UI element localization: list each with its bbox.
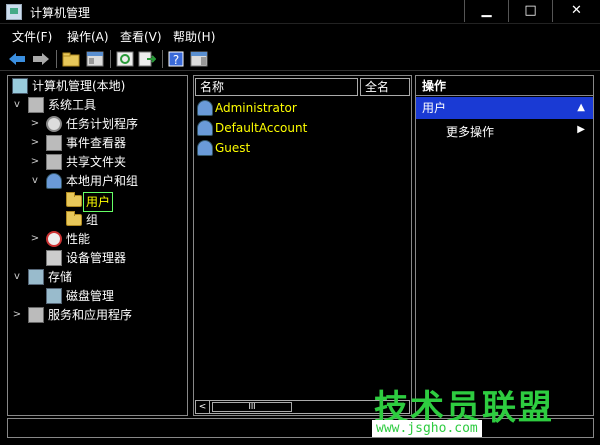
actions-section-label: 用户: [422, 101, 447, 115]
menu-help[interactable]: 帮助(H): [173, 28, 215, 45]
user-list-pane: 名称 全名 Administrator DefaultAccount Guest…: [193, 75, 412, 416]
tree-node-label: 计算机管理(本地): [32, 79, 126, 93]
toolbar-separator: [56, 50, 57, 68]
chevron-down-icon[interactable]: v: [30, 172, 40, 190]
menu-view[interactable]: 查看(V): [120, 28, 162, 45]
device-manager-icon: [46, 250, 62, 266]
window-title: 计算机管理: [30, 6, 91, 20]
close-button[interactable]: ✕: [552, 0, 600, 22]
column-header-fullname[interactable]: 全名: [360, 78, 410, 96]
menu-file[interactable]: 文件(F): [12, 28, 52, 45]
toolbar: ?: [0, 47, 600, 71]
services-icon: [28, 307, 44, 323]
scroll-thumb[interactable]: III: [212, 402, 292, 412]
tree-node-label: 存储: [48, 270, 73, 284]
storage-icon: [28, 269, 44, 285]
tree-node-label: 设备管理器: [66, 251, 127, 265]
event-viewer-icon: [46, 135, 62, 151]
menu-action[interactable]: 操作(A): [67, 28, 109, 45]
submenu-arrow-icon: ▶: [577, 124, 585, 135]
user-name: Administrator: [215, 101, 297, 115]
export-list-icon[interactable]: [138, 51, 156, 67]
actions-section-users[interactable]: 用户 ▲: [416, 97, 593, 119]
toolbar-separator: [110, 50, 111, 68]
chevron-right-icon[interactable]: >: [12, 306, 22, 324]
disk-icon: [46, 288, 62, 304]
chevron-right-icon[interactable]: >: [30, 115, 40, 133]
computer-management-icon: [6, 4, 22, 20]
user-name: DefaultAccount: [215, 121, 308, 135]
show-hide-pane-icon[interactable]: [190, 51, 208, 67]
help-icon[interactable]: ?: [168, 51, 186, 67]
chevron-down-icon[interactable]: v: [12, 268, 22, 286]
tree-node-label: 系统工具: [48, 98, 97, 112]
chevron-down-icon[interactable]: v: [12, 96, 22, 114]
tree-node-label: 组: [86, 213, 99, 227]
tree-node-label: 共享文件夹: [66, 155, 127, 169]
watermark-url: www.jsgho.com: [372, 420, 482, 437]
actions-pane: 操作 用户 ▲ 更多操作 ▶: [415, 75, 594, 416]
scroll-left-icon[interactable]: <: [196, 401, 210, 413]
performance-icon: [46, 231, 62, 247]
computer-icon: [12, 78, 28, 94]
collapse-caret-icon[interactable]: ▲: [577, 97, 585, 119]
watermark: 技术员联盟 www.jsgho.com: [372, 380, 572, 440]
toolbar-separator: [162, 50, 163, 68]
user-icon: [197, 120, 213, 136]
forward-arrow-icon[interactable]: [32, 51, 50, 67]
back-arrow-icon[interactable]: [8, 51, 26, 67]
tree-node-label: 任务计划程序: [66, 117, 139, 131]
up-folder-icon[interactable]: [62, 51, 80, 67]
maximize-button[interactable]: □: [508, 0, 552, 22]
user-icon: [197, 100, 213, 116]
actions-header: 操作: [416, 76, 593, 96]
console-tree-icon[interactable]: [86, 51, 104, 67]
shared-folder-icon: [46, 154, 62, 170]
tree-node-label: 服务和应用程序: [48, 308, 133, 322]
clock-icon: [46, 116, 62, 132]
folder-icon: [66, 192, 82, 207]
refresh-icon[interactable]: [116, 51, 134, 67]
console-tree-pane: 计算机管理(本地) v 系统工具 > 任务计划程序 > 事件查看器 > 共享文件…: [7, 75, 188, 416]
tree-node-label: 性能: [66, 232, 91, 246]
tree-node-label: 用户: [83, 192, 114, 212]
user-name: Guest: [215, 141, 251, 155]
tree-node-label: 磁盘管理: [66, 289, 115, 303]
menu-bar: 文件(F) 操作(A) 查看(V) 帮助(H): [0, 25, 600, 46]
title-bar: 计算机管理 ▁ □ ✕: [0, 0, 600, 24]
folder-icon: [66, 211, 82, 226]
column-header-name[interactable]: 名称: [195, 78, 358, 96]
tree-node-label: 本地用户和组: [66, 174, 139, 188]
tools-icon: [28, 97, 44, 113]
chevron-right-icon[interactable]: >: [30, 230, 40, 248]
chevron-right-icon[interactable]: >: [30, 153, 40, 171]
tree-node-label: 事件查看器: [66, 136, 127, 150]
svg-text:?: ?: [173, 53, 179, 67]
minimize-button[interactable]: ▁: [464, 0, 508, 22]
users-icon: [46, 173, 62, 189]
more-actions-item[interactable]: 更多操作: [446, 123, 494, 141]
chevron-right-icon[interactable]: >: [30, 134, 40, 152]
user-icon: [197, 140, 213, 156]
